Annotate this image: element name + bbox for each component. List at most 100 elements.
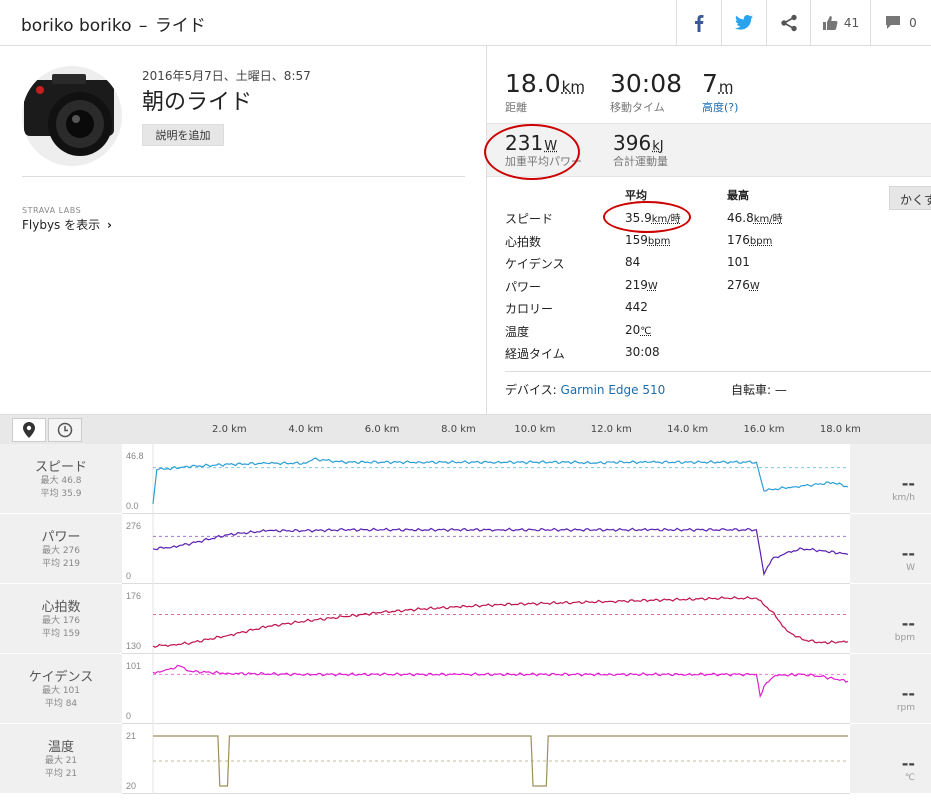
divider	[22, 176, 465, 177]
share-button[interactable]	[766, 0, 810, 45]
y-tick-label: 21	[126, 731, 136, 741]
device-link[interactable]: Garmin Edge 510	[561, 383, 666, 397]
stream-svg: 46.8 0.0	[122, 444, 850, 514]
stream-svg: 276 0	[122, 514, 850, 584]
stream-current-cadence: -- rpm	[850, 654, 931, 724]
stream-max: 最大 276	[0, 545, 122, 558]
distance-value: 18.0km	[505, 70, 585, 101]
stream-svg: 176 130	[122, 584, 850, 654]
x-tick-label: 10.0 km	[514, 424, 555, 435]
series-line-speed	[153, 458, 848, 504]
stream-name: ケイデンス	[0, 666, 122, 685]
stream-name: 心拍数	[0, 596, 122, 615]
y-tick-label: 176	[126, 591, 141, 601]
stream-current-power: -- W	[850, 514, 931, 584]
activity-summary: 2016年5月7日、土曜日、8:57 朝のライド 説明を追加 STRAVA LA…	[0, 46, 487, 414]
activity-type: ライド	[155, 16, 206, 36]
detail-avg-value: 20℃	[625, 323, 652, 337]
add-description-button[interactable]: 説明を追加	[142, 124, 224, 146]
stream-current-heartrate: -- bpm	[850, 584, 931, 654]
stream-plot-temperature[interactable]: 21 20	[122, 724, 850, 794]
twitter-share-button[interactable]	[721, 0, 766, 45]
kudos-count: 41	[844, 16, 859, 30]
work-label: 合計運動量	[613, 153, 668, 169]
detail-max-value: 176bpm	[727, 233, 772, 247]
avatar[interactable]	[22, 66, 122, 166]
distance-label: 距離	[505, 99, 527, 115]
x-tick-label: 14.0 km	[667, 424, 708, 435]
x-tick-label: 4.0 km	[288, 424, 323, 435]
device-info: デバイス: Garmin Edge 510	[505, 381, 665, 398]
x-tick-label: 16.0 km	[743, 424, 784, 435]
series-line-cadence	[153, 665, 848, 696]
x-tick-label: 2.0 km	[212, 424, 247, 435]
x-tick-label: 8.0 km	[441, 424, 476, 435]
x-tick-label: 18.0 km	[820, 424, 861, 435]
stream-plot-speed[interactable]: 46.8 0.0	[122, 444, 850, 514]
y-tick-label: 20	[126, 781, 136, 791]
detail-max-value: 46.8km/時	[727, 210, 783, 225]
stream-name: パワー	[0, 526, 122, 545]
series-line-power	[153, 528, 848, 574]
camera-avatar-image	[22, 66, 122, 166]
stream-name: スピード	[0, 456, 122, 475]
annotation-circle	[484, 124, 580, 180]
stream-svg: 101 0	[122, 654, 850, 724]
comments-button[interactable]: 0	[870, 0, 931, 45]
max-column-header: 最高	[727, 187, 749, 203]
current-unit: ℃	[850, 773, 931, 783]
detail-row-label: スピード	[505, 210, 553, 227]
hide-details-button[interactable]: かくす	[889, 186, 931, 210]
divider	[505, 371, 931, 372]
time-axis-toggle[interactable]	[48, 418, 82, 442]
current-value: --	[850, 684, 931, 703]
stream-max: 最大 176	[0, 615, 122, 628]
detail-row-label: 経過タイム	[505, 345, 565, 362]
stream-plot-heartrate[interactable]: 176 130	[122, 584, 850, 654]
kudos-button[interactable]: 41	[810, 0, 870, 45]
facebook-icon	[694, 14, 704, 32]
current-value: --	[850, 614, 931, 633]
stream-plot-power[interactable]: 276 0	[122, 514, 850, 584]
detail-row-label: カロリー	[505, 300, 553, 317]
stream-label-power: パワー 最大 276 平均 219	[0, 514, 122, 584]
current-unit: km/h	[850, 493, 931, 503]
current-value: --	[850, 474, 931, 493]
annotation-circle	[603, 201, 691, 233]
stream-max: 最大 46.8	[0, 475, 122, 488]
y-tick-label: 130	[126, 641, 141, 651]
activity-date: 2016年5月7日、土曜日、8:57	[142, 67, 311, 84]
elevation-value: 7m	[702, 70, 734, 101]
stream-avg: 平均 159	[0, 628, 122, 641]
detail-max-value: 276W	[727, 278, 760, 292]
detail-avg-value: 84	[625, 255, 640, 269]
elevation-help-link[interactable]: 高度(?)	[702, 99, 738, 115]
share-icon	[780, 14, 798, 32]
comment-count: 0	[909, 16, 917, 30]
stream-svg: 21 20	[122, 724, 850, 794]
stream-avg: 平均 21	[0, 768, 122, 781]
activity-title: 朝のライド	[142, 84, 252, 116]
facebook-share-button[interactable]	[676, 0, 721, 45]
detail-row-label: 温度	[505, 323, 529, 340]
moving-time-value: 30:08	[610, 70, 682, 98]
map-pin-icon	[23, 422, 35, 438]
x-tick-label: 6.0 km	[365, 424, 400, 435]
detail-avg-value: 442	[625, 300, 648, 314]
stream-label-temperature: 温度 最大 21 平均 21	[0, 724, 122, 794]
current-value: --	[850, 544, 931, 563]
stream-label-heartrate: 心拍数 最大 176 平均 159	[0, 584, 122, 654]
stream-max: 最大 101	[0, 685, 122, 698]
x-tick-label: 12.0 km	[591, 424, 632, 435]
detail-avg-value: 219W	[625, 278, 658, 292]
current-value: --	[850, 754, 931, 773]
page-title: boriko boriko – ライド	[21, 11, 206, 36]
stream-plot-cadence[interactable]: 101 0	[122, 654, 850, 724]
thumbs-up-icon	[822, 15, 838, 31]
twitter-icon	[735, 15, 753, 30]
athlete-name[interactable]: boriko boriko	[21, 16, 132, 36]
detail-avg-value: 30:08	[625, 345, 660, 359]
series-line-heartrate	[153, 597, 848, 648]
flybys-link[interactable]: Flybys を表示 ›	[22, 216, 112, 233]
map-marker-toggle[interactable]	[12, 418, 46, 442]
